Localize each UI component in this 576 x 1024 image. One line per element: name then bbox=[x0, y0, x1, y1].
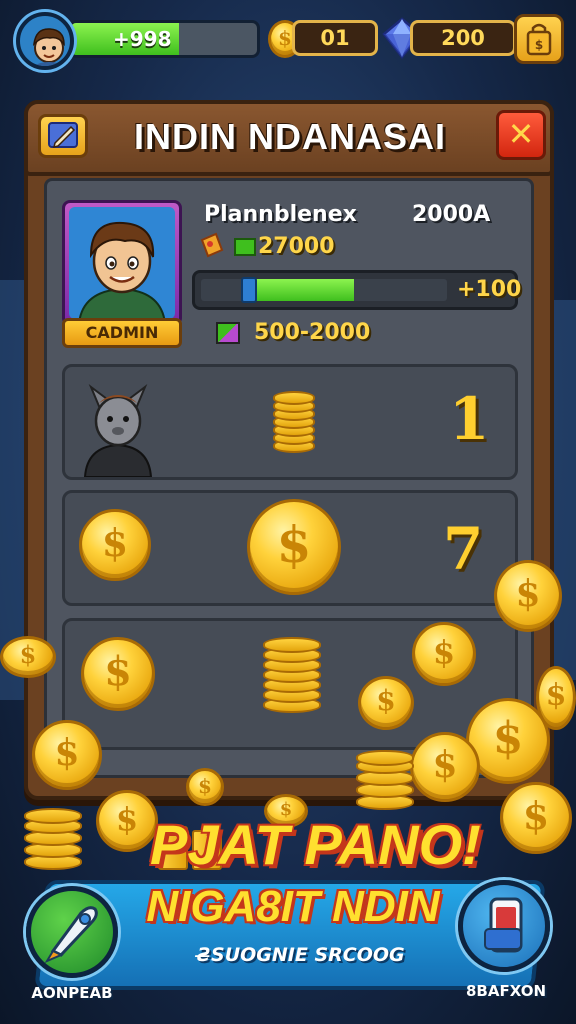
coin-stack-icon bbox=[273, 391, 315, 455]
svg-text:$: $ bbox=[535, 38, 543, 52]
banner-subtitle: NIGA8IT NDIN bbox=[146, 882, 440, 931]
xp-value: +998 bbox=[113, 27, 172, 51]
coin-icon: $ bbox=[96, 790, 158, 852]
reward-row[interactable]: $ $ 7 bbox=[62, 490, 518, 606]
close-icon: ✕ bbox=[507, 115, 535, 153]
coin-icon: $ bbox=[410, 732, 480, 802]
coin-icon: $ bbox=[494, 560, 562, 632]
panel-title: INDIN NDANASAI bbox=[133, 116, 446, 157]
progress-marker bbox=[241, 277, 258, 303]
row-count: 7 bbox=[443, 515, 484, 583]
coin-stack-icon bbox=[263, 635, 321, 715]
player-avatar-icon bbox=[32, 28, 65, 66]
background-pillar-right bbox=[552, 300, 576, 680]
row-count: 1 bbox=[449, 385, 490, 453]
coin-icon: $ bbox=[186, 768, 224, 806]
character-portrait-icon bbox=[83, 384, 153, 477]
cash-value: 27000 bbox=[258, 234, 335, 259]
cash-icon bbox=[234, 238, 256, 256]
player-avatar[interactable] bbox=[16, 12, 74, 70]
profile-portrait[interactable] bbox=[62, 200, 182, 326]
edit-pencil-icon bbox=[48, 122, 78, 149]
character-portrait-icon bbox=[69, 207, 175, 323]
edit-button[interactable] bbox=[38, 114, 88, 158]
banner-tagline: Ƨ̶SUOGNIE SRCOOG bbox=[197, 944, 405, 966]
gem-counter: 200 bbox=[410, 20, 516, 56]
close-button[interactable]: ✕ bbox=[496, 110, 546, 160]
range-icon bbox=[216, 322, 240, 344]
coin-icon: $ bbox=[0, 636, 56, 678]
shop-button[interactable]: $ bbox=[514, 14, 564, 64]
progress-bonus: +100 bbox=[457, 277, 522, 302]
rocket-icon bbox=[44, 906, 98, 964]
coin-count: 01 bbox=[320, 26, 350, 50]
right-action-label: 8BAFXON bbox=[465, 982, 547, 1000]
ticket-icon bbox=[200, 232, 224, 258]
coin-icon: $ bbox=[81, 637, 155, 711]
coin-stack-icon bbox=[24, 808, 82, 872]
profile-name: Plannblenex bbox=[204, 202, 357, 227]
profile-score: 2000A bbox=[412, 202, 491, 227]
left-action-label: AONPEAB bbox=[31, 984, 113, 1002]
coin-icon: $ bbox=[247, 499, 341, 595]
coin-icon: $ bbox=[358, 676, 414, 730]
reward-row[interactable]: 1 bbox=[62, 364, 518, 480]
right-action-button[interactable] bbox=[458, 880, 550, 972]
coin-icon: $ bbox=[412, 622, 476, 686]
phone-card-icon bbox=[484, 897, 523, 953]
progress-fill bbox=[255, 279, 354, 301]
coin-icon: $ bbox=[79, 509, 151, 581]
banner-title: PJAT PANO! bbox=[150, 813, 481, 876]
progress-track bbox=[201, 277, 447, 303]
left-action-button[interactable] bbox=[26, 886, 118, 978]
coin-icon: $ bbox=[32, 720, 102, 790]
gem-count: 200 bbox=[441, 26, 485, 50]
coin-counter: 01 bbox=[292, 20, 378, 56]
xp-bar: +998 bbox=[68, 20, 260, 58]
range-value: 500-2000 bbox=[254, 320, 371, 345]
shop-bag-icon: $ bbox=[526, 23, 552, 56]
level-progress-bar: +100 bbox=[192, 270, 522, 310]
profile-badge: CADMIN bbox=[62, 318, 182, 348]
coin-stack-icon bbox=[356, 750, 414, 812]
